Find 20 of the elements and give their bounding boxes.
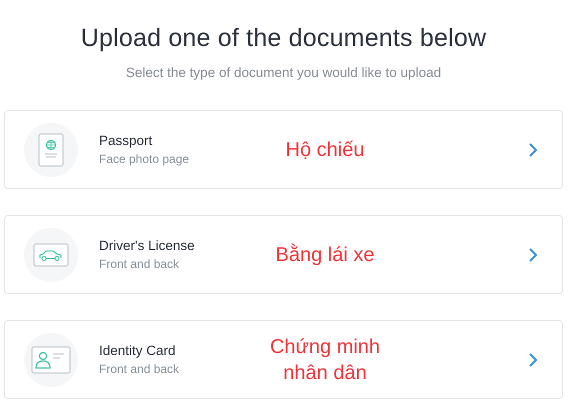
document-detail: Front and back [99, 257, 180, 271]
document-option[interactable]: Driver's License Front and back Bằng lái xe [4, 215, 563, 294]
chevron-right-icon [528, 246, 538, 262]
page-title: Upload one of the documents below [80, 24, 488, 53]
page-subtitle: Select the type of document you would like to upload [124, 65, 442, 80]
chevron-right-icon [528, 142, 538, 158]
annotation-text: Hộ chiếu [284, 138, 366, 162]
car-card-icon [33, 242, 69, 266]
document-name: Passport [99, 133, 152, 148]
person-card-icon [31, 346, 71, 374]
document-option[interactable]: Passport Face photo page Hộ chiếu [4, 110, 563, 189]
annotation-text: Bằng lái xe [274, 242, 376, 268]
annotation-text: Chứng minh nhân dân [268, 334, 382, 386]
document-option[interactable]: Identity Card Front and back Chứng minh nhân dân [4, 320, 563, 399]
document-detail: Front and back [99, 362, 180, 376]
document-name: Identity Card [99, 343, 176, 358]
chevron-right-icon [528, 352, 538, 368]
passport-icon [38, 132, 64, 166]
document-detail: Face photo page [99, 152, 190, 166]
document-name: Driver's License [99, 238, 195, 253]
